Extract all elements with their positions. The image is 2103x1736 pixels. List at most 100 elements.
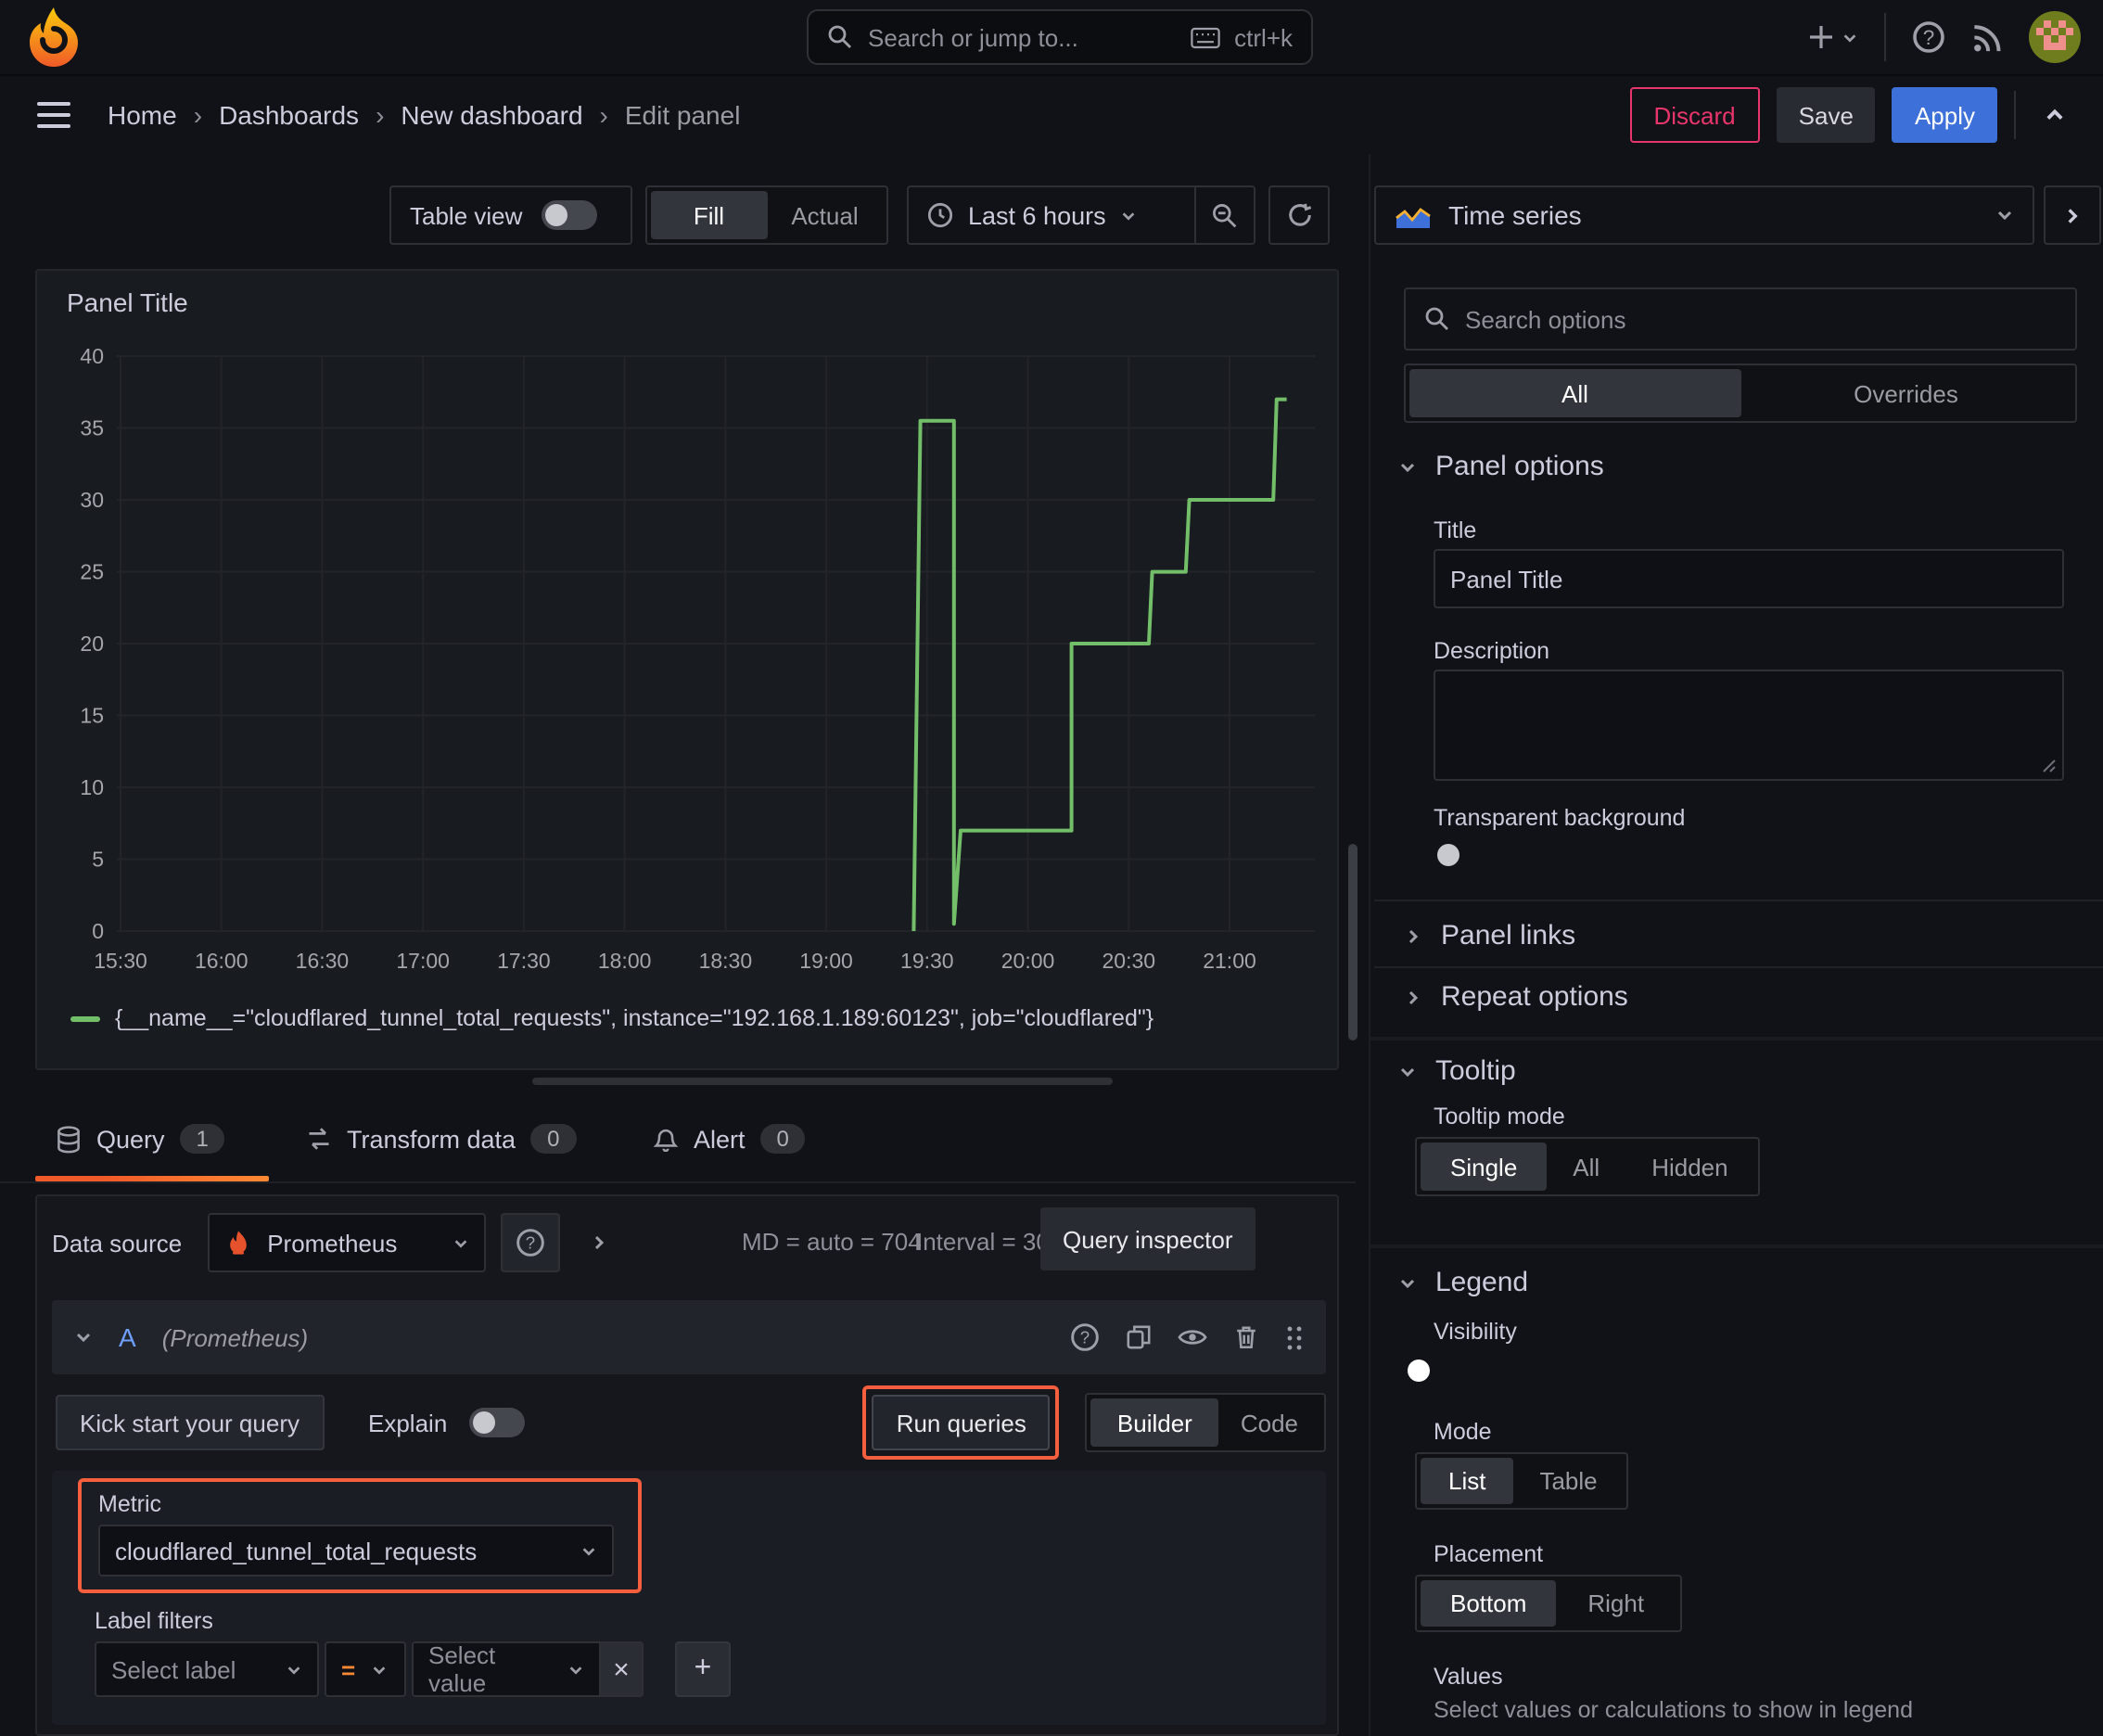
filter-overrides-option[interactable]: Overrides (1740, 369, 2071, 417)
discard-button[interactable]: Discard (1629, 87, 1760, 143)
global-search-input[interactable]: Search or jump to... ctrl+k (807, 9, 1313, 65)
tooltip-header[interactable]: Tooltip (1398, 1055, 1516, 1087)
description-textarea[interactable] (1434, 670, 2064, 781)
toggle-visibility-button[interactable] (1178, 1324, 1207, 1350)
fill-option[interactable]: Fill (651, 191, 767, 239)
tooltip-hidden-option[interactable]: Hidden (1625, 1142, 1753, 1191)
add-filter-button[interactable]: + (675, 1641, 731, 1697)
breadcrumb-edit-panel: Edit panel (624, 100, 741, 130)
chevron-down-icon (582, 1547, 595, 1555)
help-button[interactable]: ? (1912, 20, 1945, 54)
kick-start-button[interactable]: Kick start your query (56, 1395, 324, 1450)
delete-query-button[interactable] (1233, 1324, 1259, 1350)
datasource-help-button[interactable]: ? (501, 1213, 561, 1272)
zoom-out-time-button[interactable] (1196, 187, 1254, 243)
collapse-options-button[interactable] (2033, 87, 2077, 143)
placement-right-option[interactable]: Right (1556, 1580, 1676, 1627)
chart-legend[interactable]: {__name__="cloudflared_tunnel_total_requ… (70, 1005, 1153, 1031)
tab-transform[interactable]: Transform data 0 (306, 1124, 577, 1154)
search-options-placeholder: Search options (1465, 305, 1626, 333)
collapse-sidebar-button[interactable] (2044, 185, 2101, 245)
svg-text:40: 40 (80, 344, 104, 368)
apply-button[interactable]: Apply (1892, 87, 1997, 143)
select-value-dropdown[interactable]: Select value (412, 1641, 599, 1697)
svg-text:18:00: 18:00 (598, 949, 652, 973)
divider (1374, 900, 2103, 901)
code-option[interactable]: Code (1218, 1398, 1320, 1447)
options-sidebar: Time series Search options All Overrides… (1369, 154, 2103, 1736)
legend-title: Legend (1435, 1267, 1529, 1298)
chevron-right-icon (1408, 928, 1419, 943)
plus-icon: + (694, 1653, 712, 1684)
builder-option[interactable]: Builder (1090, 1398, 1218, 1447)
legend-mode-label: Mode (1434, 1419, 1492, 1445)
database-icon (56, 1125, 82, 1153)
avatar[interactable] (2029, 11, 2081, 63)
time-range-picker[interactable]: Last 6 hours (909, 187, 1194, 243)
mega-menu-button[interactable] (37, 95, 70, 135)
editor-tabs: Query 1 Transform data 0 Alert 0 (0, 1113, 1356, 1183)
tab-query[interactable]: Query 1 (56, 1124, 225, 1154)
repeat-options-header[interactable]: Repeat options (1404, 981, 1628, 1013)
breadcrumb-dashboards[interactable]: Dashboards (219, 100, 359, 130)
legend-mode-segment: List Table (1415, 1452, 1629, 1510)
query-row-header[interactable]: A (Prometheus) ? (52, 1300, 1326, 1374)
operator-dropdown[interactable]: = (325, 1641, 406, 1697)
add-menu-button[interactable] (1808, 24, 1858, 50)
tab-alert[interactable]: Alert 0 (653, 1124, 806, 1154)
actual-option[interactable]: Actual (767, 191, 883, 239)
breadcrumb-home[interactable]: Home (108, 100, 177, 130)
trash-icon (1237, 1326, 1255, 1349)
explain-toggle[interactable] (469, 1408, 526, 1437)
datasource-picker[interactable]: Prometheus (208, 1213, 487, 1272)
svg-text:20:30: 20:30 (1102, 949, 1155, 973)
drag-handle-icon[interactable] (1285, 1324, 1304, 1350)
tab-transform-count: 0 (530, 1124, 577, 1154)
legend-list-option[interactable]: List (1421, 1458, 1514, 1504)
refresh-button[interactable] (1268, 185, 1330, 245)
duplicate-query-button[interactable] (1126, 1324, 1152, 1350)
scrollbar-thumb[interactable] (1348, 844, 1357, 1040)
grafana-logo[interactable] (26, 6, 82, 69)
chevron-down-icon (1400, 462, 1415, 472)
svg-text:5: 5 (92, 848, 104, 872)
query-refid: A (119, 1322, 136, 1352)
expand-options-icon[interactable] (590, 1233, 608, 1252)
legend-header[interactable]: Legend (1398, 1267, 1528, 1298)
panel-options-header[interactable]: Panel options (1398, 451, 1604, 482)
query-help-button[interactable]: ? (1070, 1322, 1100, 1352)
svg-text:?: ? (1923, 26, 1935, 49)
query-inspector-button[interactable]: Query inspector (1040, 1207, 1255, 1270)
placement-bottom-option[interactable]: Bottom (1421, 1580, 1557, 1627)
zoom-out-icon (1213, 203, 1237, 227)
builder-code-segment: Builder Code (1085, 1393, 1326, 1452)
filter-all-option[interactable]: All (1409, 369, 1740, 417)
remove-filter-button[interactable]: × (599, 1641, 644, 1697)
svg-text:20: 20 (80, 632, 104, 656)
panel-title-input[interactable] (1434, 549, 2064, 608)
panel-links-header[interactable]: Panel links (1404, 920, 1575, 951)
metric-select[interactable]: cloudflared_tunnel_total_requests (98, 1525, 614, 1576)
svg-text:?: ? (1080, 1327, 1090, 1347)
pane-resize-handle[interactable] (532, 1078, 1113, 1085)
save-button[interactable]: Save (1776, 87, 1876, 143)
chevron-down-icon (76, 1333, 91, 1343)
breadcrumb-new-dashboard[interactable]: New dashboard (401, 100, 582, 130)
legend-table-option[interactable]: Table (1513, 1458, 1623, 1504)
search-placeholder: Search or jump to... (868, 23, 1078, 51)
news-button[interactable] (1971, 21, 2003, 53)
select-label-dropdown[interactable]: Select label (95, 1641, 319, 1697)
svg-text:25: 25 (80, 560, 104, 584)
svg-text:16:30: 16:30 (296, 949, 350, 973)
table-view-toggle[interactable] (541, 200, 597, 230)
visualization-picker[interactable]: Time series (1374, 185, 2034, 245)
legend-values-hint: Select values or calculations to show in… (1434, 1697, 1913, 1723)
grafana-app: Search or jump to... ctrl+k ? Home › Das… (0, 0, 2103, 1736)
chevron-down-icon (1400, 1066, 1415, 1077)
run-queries-button[interactable]: Run queries (872, 1395, 1051, 1450)
tooltip-single-option[interactable]: Single (1421, 1142, 1548, 1191)
time-series-chart[interactable]: 0 5 10 15 20 25 30 35 40 15:30 16:00 16:30 17:00 17:3… (46, 338, 1330, 998)
chevron-up-icon (2046, 108, 2063, 120)
search-options-input[interactable]: Search options (1404, 287, 2077, 351)
tooltip-all-option[interactable]: All (1547, 1142, 1625, 1191)
